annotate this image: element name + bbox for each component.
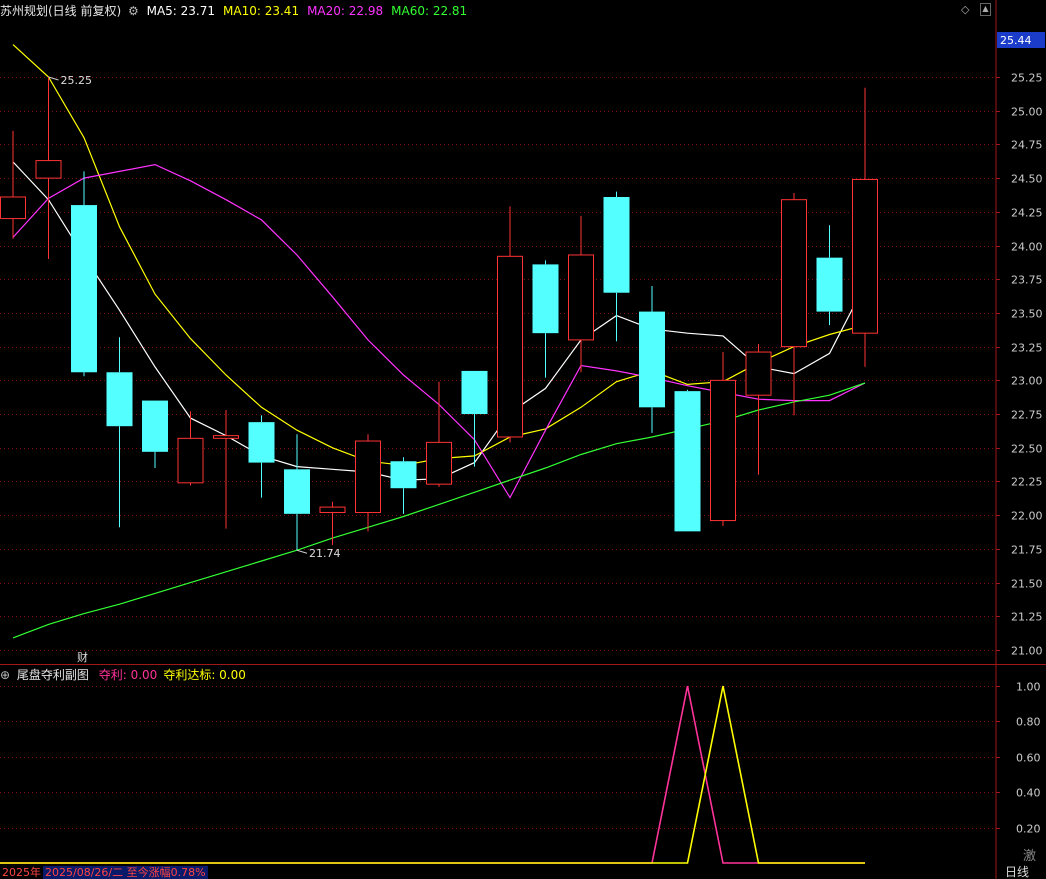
y-tick-label: 21.00 bbox=[1011, 645, 1043, 658]
candle bbox=[639, 285, 665, 433]
candle bbox=[532, 260, 559, 378]
candle-body-up bbox=[319, 506, 346, 513]
candle bbox=[71, 171, 97, 377]
collapse-icon[interactable]: ⊕ bbox=[0, 668, 10, 682]
price-annotation: 21.74 bbox=[309, 547, 341, 560]
candle-body-down bbox=[106, 372, 133, 427]
year-label: 2025年 bbox=[0, 866, 43, 879]
stock-title[interactable]: 苏州规划(日线 前复权) bbox=[0, 4, 121, 18]
candle bbox=[35, 77, 62, 260]
candle bbox=[674, 389, 701, 532]
candle-body-down bbox=[816, 257, 843, 312]
indicator-legend-item: 夺利达标: 0.00 bbox=[163, 668, 246, 682]
candle bbox=[213, 410, 239, 529]
candle-body-down bbox=[71, 205, 97, 373]
candle-body-up bbox=[426, 441, 452, 485]
candle-body-up bbox=[177, 437, 204, 484]
candle bbox=[816, 225, 843, 326]
candle bbox=[0, 130, 26, 239]
status-bar: 2025年 2025/08/26/二 至今涨幅0.78% bbox=[0, 866, 208, 879]
candle-body-down bbox=[142, 400, 168, 452]
y-tick-label: 23.25 bbox=[1011, 342, 1043, 355]
indicator-title[interactable]: 尾盘夺利副图 bbox=[17, 668, 89, 682]
indicator-legend-item: 夺利: 0.00 bbox=[98, 668, 158, 682]
candle-body-up bbox=[355, 440, 381, 513]
y-tick-label: 23.00 bbox=[1011, 375, 1043, 388]
candle bbox=[710, 352, 736, 526]
indicator-line bbox=[0, 685, 865, 864]
candle bbox=[852, 87, 878, 367]
candle-body-down bbox=[532, 264, 559, 334]
candle-body-up bbox=[35, 160, 62, 179]
event-marker: 财 bbox=[77, 650, 88, 664]
candle-body-down bbox=[639, 311, 665, 408]
period-label[interactable]: 日线 bbox=[1005, 865, 1029, 879]
ma-legend-item: MA60: 22.81 bbox=[391, 4, 468, 18]
date-status: 2025/08/26/二 至今涨幅0.78% bbox=[43, 866, 208, 879]
candle bbox=[142, 400, 168, 468]
candle bbox=[568, 215, 594, 373]
candle-body-up bbox=[745, 351, 772, 396]
y-tick-label: 25.00 bbox=[1011, 106, 1043, 119]
candle bbox=[745, 343, 772, 475]
y-tick-label: 22.25 bbox=[1011, 476, 1043, 489]
y-tick-label: 24.75 bbox=[1011, 139, 1043, 152]
ma-legend-item: MA10: 23.41 bbox=[223, 4, 300, 18]
candle-body-up bbox=[852, 178, 878, 334]
candle-body-up bbox=[0, 196, 26, 220]
candle bbox=[390, 457, 417, 514]
sub-y-tick-label: 0.60 bbox=[1016, 752, 1041, 765]
candle-body-up bbox=[213, 435, 239, 439]
indicator-header: ⊕ 尾盘夺利副图 夺利: 0.00 夺利达标: 0.00 bbox=[0, 668, 246, 682]
y-tick-label: 21.50 bbox=[1011, 578, 1043, 591]
annotation-pointer bbox=[296, 549, 308, 554]
scroll-up-icon[interactable]: ▲ bbox=[980, 3, 991, 16]
price-annotation: 25.25 bbox=[61, 74, 93, 87]
sub-y-tick-label: 1.00 bbox=[1016, 681, 1041, 694]
settings-icon[interactable]: ⚙ bbox=[128, 4, 139, 18]
candle-body-up bbox=[781, 199, 807, 348]
candle-body-up bbox=[497, 255, 523, 438]
ma-legend-item: MA5: 23.71 bbox=[146, 4, 216, 18]
candle bbox=[106, 337, 133, 528]
candle bbox=[355, 434, 381, 532]
y-tick-label: 22.50 bbox=[1011, 443, 1043, 456]
candle-body-down bbox=[284, 469, 310, 514]
candle-body-down bbox=[248, 422, 275, 463]
current-price-label: 25.44 bbox=[1000, 34, 1032, 47]
chart-header: 苏州规划(日线 前复权) ⚙ MA5: 23.71 MA10: 23.41 MA20… bbox=[0, 4, 475, 18]
y-tick-label: 21.25 bbox=[1011, 611, 1043, 624]
candle bbox=[781, 192, 807, 416]
ma-legend-item: MA20: 22.98 bbox=[307, 4, 384, 18]
y-tick-label: 23.50 bbox=[1011, 308, 1043, 321]
sub-y-tick-label: 0.40 bbox=[1016, 787, 1041, 800]
candle-body-down bbox=[461, 370, 488, 415]
candle-body-down bbox=[390, 461, 417, 489]
candle bbox=[319, 501, 346, 545]
y-tick-label: 23.75 bbox=[1011, 274, 1043, 287]
indicator-line bbox=[0, 685, 865, 864]
candle-body-up bbox=[710, 379, 736, 522]
diamond-icon[interactable]: ◇ bbox=[961, 3, 969, 16]
candle-body-down bbox=[674, 391, 701, 532]
candle bbox=[461, 370, 488, 467]
y-tick-label: 24.50 bbox=[1011, 173, 1043, 186]
candle bbox=[248, 415, 275, 498]
y-tick-label: 22.75 bbox=[1011, 409, 1043, 422]
ma-legend: MA5: 23.71 MA10: 23.41 MA20: 22.98 MA60: 22… bbox=[147, 4, 476, 18]
kline-chart[interactable]: 21.00 21.25 21.50 21.75 22.00 22.25 22.50 22.75… bbox=[0, 0, 1046, 879]
sub-y-tick-label: 0.80 bbox=[1016, 716, 1041, 729]
indicator-legend: 夺利: 0.00 夺利达标: 0.00 bbox=[93, 668, 246, 682]
y-tick-label: 22.00 bbox=[1011, 510, 1043, 523]
candle-body-down bbox=[603, 196, 630, 293]
candle-body-up bbox=[568, 254, 594, 341]
y-tick-label: 24.25 bbox=[1011, 207, 1043, 220]
side-text: 激 bbox=[1023, 849, 1037, 864]
y-tick-label: 21.75 bbox=[1011, 544, 1043, 557]
candle bbox=[284, 434, 310, 551]
y-tick-label: 24.00 bbox=[1011, 241, 1043, 254]
sub-y-tick-label: 0.20 bbox=[1016, 823, 1041, 836]
y-tick-label: 25.25 bbox=[1011, 72, 1043, 85]
candle bbox=[497, 206, 523, 443]
